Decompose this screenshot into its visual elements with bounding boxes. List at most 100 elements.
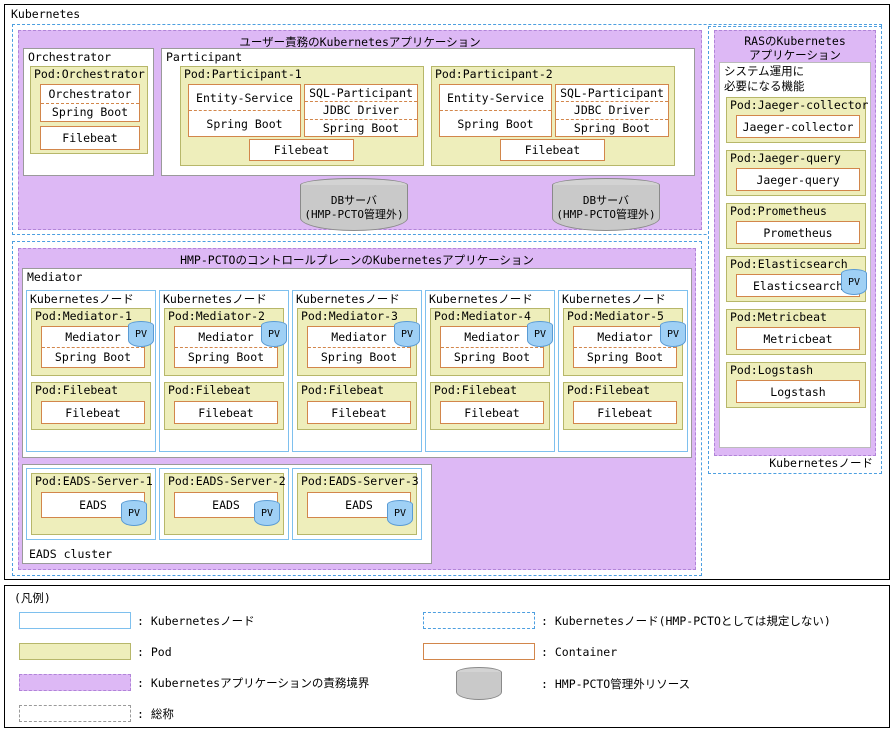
db-server-2-text: DBサーバ (HMP-PCTO管理外) <box>552 194 660 222</box>
k8s-node-mediator-2: Kubernetesノード Pod:Mediator-2 Mediator Sp… <box>159 290 289 452</box>
container-filebeat: Filebeat <box>174 401 278 424</box>
pv-label: PV <box>660 329 686 340</box>
pv-icon: PV <box>387 500 413 530</box>
container-entity-service: Entity-Service Spring Boot <box>188 84 301 137</box>
legend-label: : HMP-PCTO管理外リソース <box>541 676 690 692</box>
pod-mediator-2-label: Pod:Mediator-2 <box>168 309 265 323</box>
k8s-node-label: Kubernetesノード <box>296 291 400 307</box>
db-server-2-line1: DBサーバ <box>583 194 629 207</box>
pod-jaeger-query-label: Pod:Jaeger-query <box>730 151 841 165</box>
pod-participant-1: Pod:Participant-1 Entity-Service Spring … <box>180 66 424 166</box>
legend-item-purple-boundary: : Kubernetesアプリケーションの責務境界 <box>19 674 369 691</box>
eads-cluster-group: EADS cluster Pod:EADS-Server-1 EADS PV P… <box>22 464 432 564</box>
container-row: Spring Boot <box>41 103 139 122</box>
k8s-node-eads-1: Pod:EADS-Server-1 EADS PV <box>26 468 156 540</box>
container-row: Spring Boot <box>189 110 300 136</box>
pod-filebeat-1: Pod:Filebeat Filebeat <box>31 382 151 430</box>
legend-label: : Kubernetesアプリケーションの責務境界 <box>137 675 369 691</box>
pod-filebeat-label: Pod:Filebeat <box>35 383 118 397</box>
pod-mediator-2: Pod:Mediator-2 Mediator Spring Boot PV <box>164 308 284 376</box>
pod-filebeat-2: Pod:Filebeat Filebeat <box>164 382 284 430</box>
pod-mediator-4: Pod:Mediator-4 Mediator Spring Boot PV <box>430 308 550 376</box>
pod-filebeat-label: Pod:Filebeat <box>567 383 650 397</box>
pod-metricbeat-label: Pod:Metricbeat <box>730 310 827 324</box>
container-row: Logstash <box>737 381 859 402</box>
legend-label: : 総称 <box>137 706 174 722</box>
pod-participant-1-label: Pod:Participant-1 <box>184 67 302 81</box>
legend-item-pod: : Pod <box>19 643 172 660</box>
container-row: Jaeger-query <box>737 169 859 190</box>
db-server-1-line2: (HMP-PCTO管理外) <box>304 208 403 221</box>
pod-jaeger-query: Pod:Jaeger-query Jaeger-query <box>726 150 866 196</box>
pod-eads-server-1: Pod:EADS-Server-1 EADS PV <box>31 473 151 535</box>
mediator-group-label: Mediator <box>27 270 82 284</box>
container-orchestrator: Orchestrator Spring Boot <box>40 84 140 122</box>
container-sql-participant: SQL-Participant JDBC Driver Spring Boot <box>555 84 669 137</box>
eads-cluster-label: EADS cluster <box>29 547 112 561</box>
container-metricbeat: Metricbeat <box>736 327 860 350</box>
pv-label: PV <box>527 329 553 340</box>
pod-mediator-5-label: Pod:Mediator-5 <box>567 309 664 323</box>
legend-label: : Container <box>541 645 617 659</box>
pv-label: PV <box>841 277 867 288</box>
pv-label: PV <box>394 329 420 340</box>
pod-eads-server-1-label: Pod:EADS-Server-1 <box>35 474 153 488</box>
ras-zone-title: RASのKubernetes アプリケーション <box>715 34 875 62</box>
k8s-node-mediator-1: Kubernetesノード Pod:Mediator-1 Mediator Sp… <box>26 290 156 452</box>
k8s-node-label: Kubernetesノード <box>163 291 267 307</box>
legend-swatch-pod <box>19 643 131 660</box>
pv-icon: PV <box>254 500 280 530</box>
pod-eads-server-3: Pod:EADS-Server-3 EADS PV <box>297 473 417 535</box>
legend-title: (凡例) <box>14 590 51 606</box>
container-row: Spring Boot <box>305 119 417 136</box>
orchestrator-group: Orchestrator Pod:Orchestrator Orchestrat… <box>23 48 154 176</box>
container-row: JDBC Driver <box>305 101 417 118</box>
participant-group: Participant Pod:Participant-1 Entity-Ser… <box>161 48 695 176</box>
container-jaeger-collector: Jaeger-collector <box>736 115 860 138</box>
container-filebeat: Filebeat <box>307 401 411 424</box>
container-row: Filebeat <box>574 402 676 423</box>
container-entity-service: Entity-Service Spring Boot <box>439 84 552 137</box>
container-row: Prometheus <box>737 222 859 243</box>
pod-participant-2-label: Pod:Participant-2 <box>435 67 553 81</box>
orchestrator-group-label: Orchestrator <box>28 50 111 64</box>
container-row: Filebeat <box>441 402 543 423</box>
pod-eads-server-2-label: Pod:EADS-Server-2 <box>168 474 286 488</box>
legend-swatch-blue-dashed-node <box>423 612 535 629</box>
container-prometheus: Prometheus <box>736 221 860 244</box>
pod-filebeat-label: Pod:Filebeat <box>168 383 251 397</box>
pv-icon: PV <box>660 321 686 351</box>
pv-icon: PV <box>261 321 287 351</box>
db-server-1-text: DBサーバ (HMP-PCTO管理外) <box>300 194 408 222</box>
container-jaeger-query: Jaeger-query <box>736 168 860 191</box>
container-row: Filebeat <box>250 140 353 160</box>
container-filebeat: Filebeat <box>573 401 677 424</box>
container-filebeat: Filebeat <box>249 139 354 161</box>
pod-mediator-5: Pod:Mediator-5 Mediator Spring Boot PV <box>563 308 683 376</box>
ras-zone-title-line2: アプリケーション <box>749 48 841 62</box>
k8s-node-label: Kubernetesノード <box>30 291 134 307</box>
db-server-1-line1: DBサーバ <box>331 194 377 207</box>
pod-prometheus: Pod:Prometheus Prometheus <box>726 203 866 249</box>
legend-label: : Pod <box>137 645 172 659</box>
k8s-node-mediator-4: Kubernetesノード Pod:Mediator-4 Mediator Sp… <box>425 290 555 452</box>
db-server-cylinder-2: DBサーバ (HMP-PCTO管理外) <box>552 178 660 232</box>
pv-label: PV <box>387 508 413 519</box>
container-row: Metricbeat <box>737 328 859 349</box>
pod-prometheus-label: Pod:Prometheus <box>730 204 827 218</box>
pod-filebeat-4: Pod:Filebeat Filebeat <box>430 382 550 430</box>
mediator-group: Mediator Kubernetesノード Pod:Mediator-1 Me… <box>22 268 692 458</box>
pod-elasticsearch: Pod:Elasticsearch Elasticsearch PV <box>726 256 866 302</box>
container-filebeat: Filebeat <box>440 401 544 424</box>
pod-filebeat-3: Pod:Filebeat Filebeat <box>297 382 417 430</box>
legend-swatch-container <box>423 643 535 660</box>
k8s-node-label: Kubernetesノード <box>429 291 533 307</box>
legend-item-container: : Container <box>423 643 617 660</box>
container-filebeat: Filebeat <box>500 139 605 161</box>
container-sql-participant: SQL-Participant JDBC Driver Spring Boot <box>304 84 418 137</box>
pv-icon: PV <box>121 500 147 530</box>
pod-filebeat-label: Pod:Filebeat <box>434 383 517 397</box>
db-server-2-line2: (HMP-PCTO管理外) <box>556 208 655 221</box>
container-row: Filebeat <box>308 402 410 423</box>
container-row: Entity-Service <box>440 85 551 110</box>
